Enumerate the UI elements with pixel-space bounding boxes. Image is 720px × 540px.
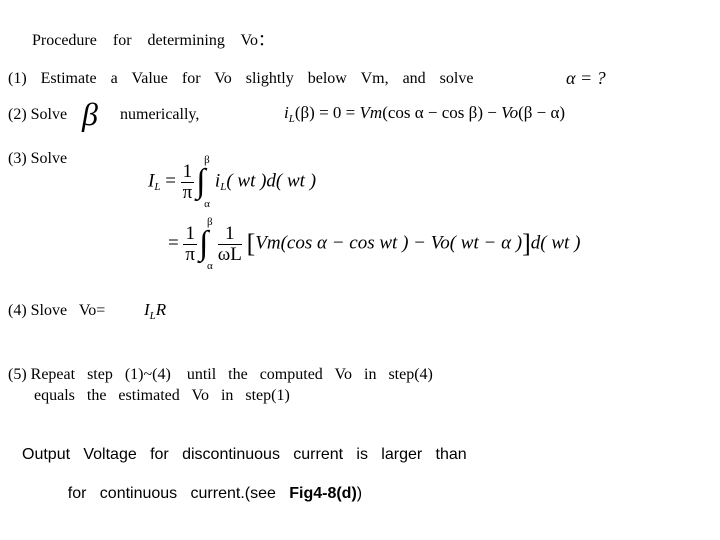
- beta-symbol: β: [82, 96, 98, 132]
- eq2-integral: ∫ β α: [197, 216, 213, 272]
- step-5-line-1: (5) Repeat step (1)~(4) until the comput…: [8, 366, 433, 383]
- eq1-integral: ∫ β α: [194, 154, 210, 210]
- il-subscript: L: [288, 113, 295, 125]
- vm-symbol: Vm: [359, 103, 383, 122]
- eq2-upper-limit: β: [206, 216, 213, 228]
- il-r-symbol: I: [144, 300, 150, 319]
- beta-eq-arg: (β) = 0 =: [294, 103, 360, 122]
- procedure-heading: Procedure for determining Vo：: [32, 32, 275, 49]
- step-3-label: (3) Solve: [8, 150, 68, 167]
- il-lhs-sub: L: [154, 181, 161, 194]
- eq1-equals: =: [165, 170, 176, 192]
- left-bracket-icon: [: [246, 229, 256, 258]
- eq1-fraction: 1π: [180, 160, 195, 203]
- alpha-question-math: α = ?: [566, 68, 606, 88]
- eq2-frac-num: 1: [183, 222, 197, 245]
- eq2-frac2-den: ωL: [217, 243, 242, 265]
- vo-symbol: Vo: [501, 103, 519, 122]
- step-4-text: (4) Slove Vo=: [8, 302, 106, 319]
- conclusion-line-2: for continuous current.(see Fig4-8(d)): [50, 467, 362, 521]
- il-expanded-equation: = 1 π ∫ β α 1 ωL [Vm(cos α − cos wt ) − Vo( w…: [168, 216, 581, 272]
- eq2-tail: d( wt ): [530, 232, 581, 254]
- eq2-fraction-omega-l: 1 ωL: [217, 223, 242, 265]
- il-r-subscript: L: [149, 310, 156, 322]
- eq1-integrand-sub: L: [220, 181, 227, 194]
- r-symbol: R: [155, 300, 167, 319]
- conclusion-line-2-close: ): [356, 485, 363, 502]
- conclusion-line-2-text: for continuous current.(see: [67, 485, 276, 502]
- eq1-body: ( wt )d( wt ): [226, 170, 317, 192]
- eq1-frac-num: 1: [180, 160, 195, 183]
- step-1-text: (1) Estimate a Value for Vo slightly bel…: [8, 70, 474, 87]
- right-bracket-icon: ]: [522, 229, 531, 258]
- eq2-frac-den: π: [185, 243, 196, 265]
- step-2-label: (2) Solve: [8, 106, 68, 123]
- step-2-numerically: numerically,: [120, 106, 200, 123]
- eq2-equals: =: [168, 232, 179, 254]
- eq2-frac2-num: 1: [217, 223, 242, 245]
- il-integral-equation: IL = 1 π ∫ β α iL( wt )d( wt ): [148, 154, 317, 210]
- eq1-frac-den: π: [182, 181, 193, 203]
- conclusion-line-1: Output Voltage for discontinuous current…: [22, 446, 467, 463]
- eq2-fraction: 1π: [183, 222, 197, 265]
- figure-reference: Fig4-8(d): [289, 485, 357, 502]
- beta-eq-tail: (β − α): [518, 103, 566, 122]
- eq2-lower-limit: α: [206, 260, 213, 272]
- il-r-math: ILR: [144, 300, 167, 322]
- step-5-line-2: equals the estimated Vo in step(1): [34, 387, 290, 404]
- eq1-upper-limit: β: [204, 154, 210, 166]
- eq1-lower-limit: α: [204, 198, 210, 210]
- beta-equation: iL(β) = 0 = Vm(cos α − cos β) − Vo(β − α…: [284, 103, 566, 125]
- beta-eq-mid: (cos α − cos β) −: [382, 103, 502, 122]
- eq2-body: Vm(cos α − cos wt ) − Vo( wt − α ): [255, 232, 523, 254]
